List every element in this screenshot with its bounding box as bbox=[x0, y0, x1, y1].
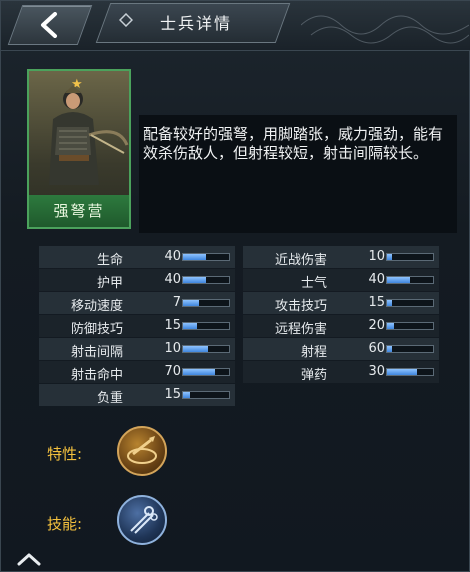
header-bar: 士兵详情 bbox=[1, 1, 470, 51]
skill-icon[interactable] bbox=[117, 495, 167, 545]
stat-label: 攻击技巧 bbox=[274, 299, 327, 314]
stat-row: 攻击技巧 15 bbox=[243, 292, 439, 314]
stat-bar bbox=[386, 322, 434, 330]
stat-bar-fill bbox=[387, 369, 417, 375]
stat-bar-fill bbox=[387, 323, 394, 329]
stat-row: 移动速度 7 bbox=[39, 292, 235, 314]
feature-trait-icon[interactable] bbox=[117, 426, 167, 476]
stat-row: 士气 40 bbox=[243, 269, 439, 291]
stat-value: 20 bbox=[368, 318, 385, 333]
stat-bar bbox=[386, 253, 434, 261]
stat-label: 护甲 bbox=[96, 276, 123, 291]
stat-bar bbox=[386, 276, 434, 284]
stat-label: 弹药 bbox=[300, 368, 327, 383]
stat-bar-fill bbox=[387, 300, 392, 306]
stat-label: 防御技巧 bbox=[70, 322, 123, 337]
page-title: 士兵详情 bbox=[159, 14, 232, 33]
stat-bar-fill bbox=[387, 346, 392, 352]
stat-row: 生命 40 bbox=[39, 246, 235, 268]
stat-value: 70 bbox=[164, 364, 181, 379]
stat-bar-fill bbox=[183, 346, 209, 352]
stat-bar bbox=[182, 368, 230, 376]
unit-detail-window: 士兵详情 ★ 强弩营 配备较好的强弩，用脚踏张，威力强劲，能有效杀伤敌人，但射程… bbox=[0, 0, 470, 572]
stat-bar-fill bbox=[387, 277, 410, 283]
unit-portrait: ★ 强弩营 bbox=[27, 69, 131, 229]
stat-label: 移动速度 bbox=[70, 299, 123, 314]
stat-bar-fill bbox=[183, 369, 216, 375]
stat-label: 射击命中 bbox=[70, 368, 123, 383]
stat-row: 负重 15 bbox=[39, 384, 235, 406]
stat-bar-fill bbox=[183, 323, 197, 329]
stat-label: 射击间隔 bbox=[70, 345, 123, 360]
stat-value: 15 bbox=[368, 295, 385, 310]
feature-label: 特性: bbox=[47, 445, 83, 463]
stat-bar bbox=[182, 253, 230, 261]
stat-bar-fill bbox=[387, 254, 392, 260]
ornament-icon bbox=[301, 15, 469, 44]
stat-value: 60 bbox=[368, 341, 385, 356]
stat-label: 近战伤害 bbox=[274, 253, 327, 268]
stat-row: 远程伤害 20 bbox=[243, 315, 439, 337]
stat-bar bbox=[182, 345, 230, 353]
stat-bar bbox=[386, 345, 434, 353]
stat-value: 40 bbox=[164, 272, 181, 287]
stat-label: 士气 bbox=[300, 276, 327, 291]
chevron-up-icon[interactable] bbox=[13, 549, 45, 569]
stat-value: 15 bbox=[164, 318, 181, 333]
stat-value: 10 bbox=[164, 341, 181, 356]
stat-label: 负重 bbox=[96, 391, 123, 406]
chevron-left-icon bbox=[41, 12, 57, 38]
stat-bar-fill bbox=[183, 392, 190, 398]
stat-bar-fill bbox=[183, 300, 200, 306]
stat-bar-fill bbox=[183, 254, 206, 260]
stat-row: 护甲 40 bbox=[39, 269, 235, 291]
stat-label: 生命 bbox=[96, 253, 123, 268]
stat-bar bbox=[182, 299, 230, 307]
stat-value: 15 bbox=[164, 387, 181, 402]
stat-value: 10 bbox=[368, 249, 385, 264]
stats-panel: 生命 40 护甲 40 移动速度 7 防御技巧 15 射击间隔 10 射击命中 70 负重 15 近战伤害 1… bbox=[39, 246, 439, 408]
stat-label: 远程伤害 bbox=[274, 322, 327, 337]
stat-bar bbox=[182, 391, 230, 399]
stat-bar bbox=[182, 276, 230, 284]
soldier-image bbox=[49, 85, 129, 185]
stat-value: 30 bbox=[368, 364, 385, 379]
stat-row: 射击间隔 10 bbox=[39, 338, 235, 360]
stat-value: 7 bbox=[172, 295, 181, 310]
stat-row: 弹药 30 bbox=[243, 361, 439, 383]
stat-label: 射程 bbox=[300, 345, 327, 360]
stat-row: 射击命中 70 bbox=[39, 361, 235, 383]
stat-bar bbox=[386, 299, 434, 307]
stat-row: 防御技巧 15 bbox=[39, 315, 235, 337]
unit-description: 配备较好的强弩，用脚踏张，威力强劲，能有效杀伤敌人，但射程较短，射击间隔较长。 bbox=[143, 125, 444, 162]
skill-label: 技能: bbox=[47, 515, 83, 533]
stat-value: 40 bbox=[368, 272, 385, 287]
stat-row: 射程 60 bbox=[243, 338, 439, 360]
stat-bar bbox=[182, 322, 230, 330]
stat-bar bbox=[386, 368, 434, 376]
unit-name: 强弩营 bbox=[29, 195, 129, 227]
stat-value: 40 bbox=[164, 249, 181, 264]
stat-row: 近战伤害 10 bbox=[243, 246, 439, 268]
stat-bar-fill bbox=[183, 277, 206, 283]
